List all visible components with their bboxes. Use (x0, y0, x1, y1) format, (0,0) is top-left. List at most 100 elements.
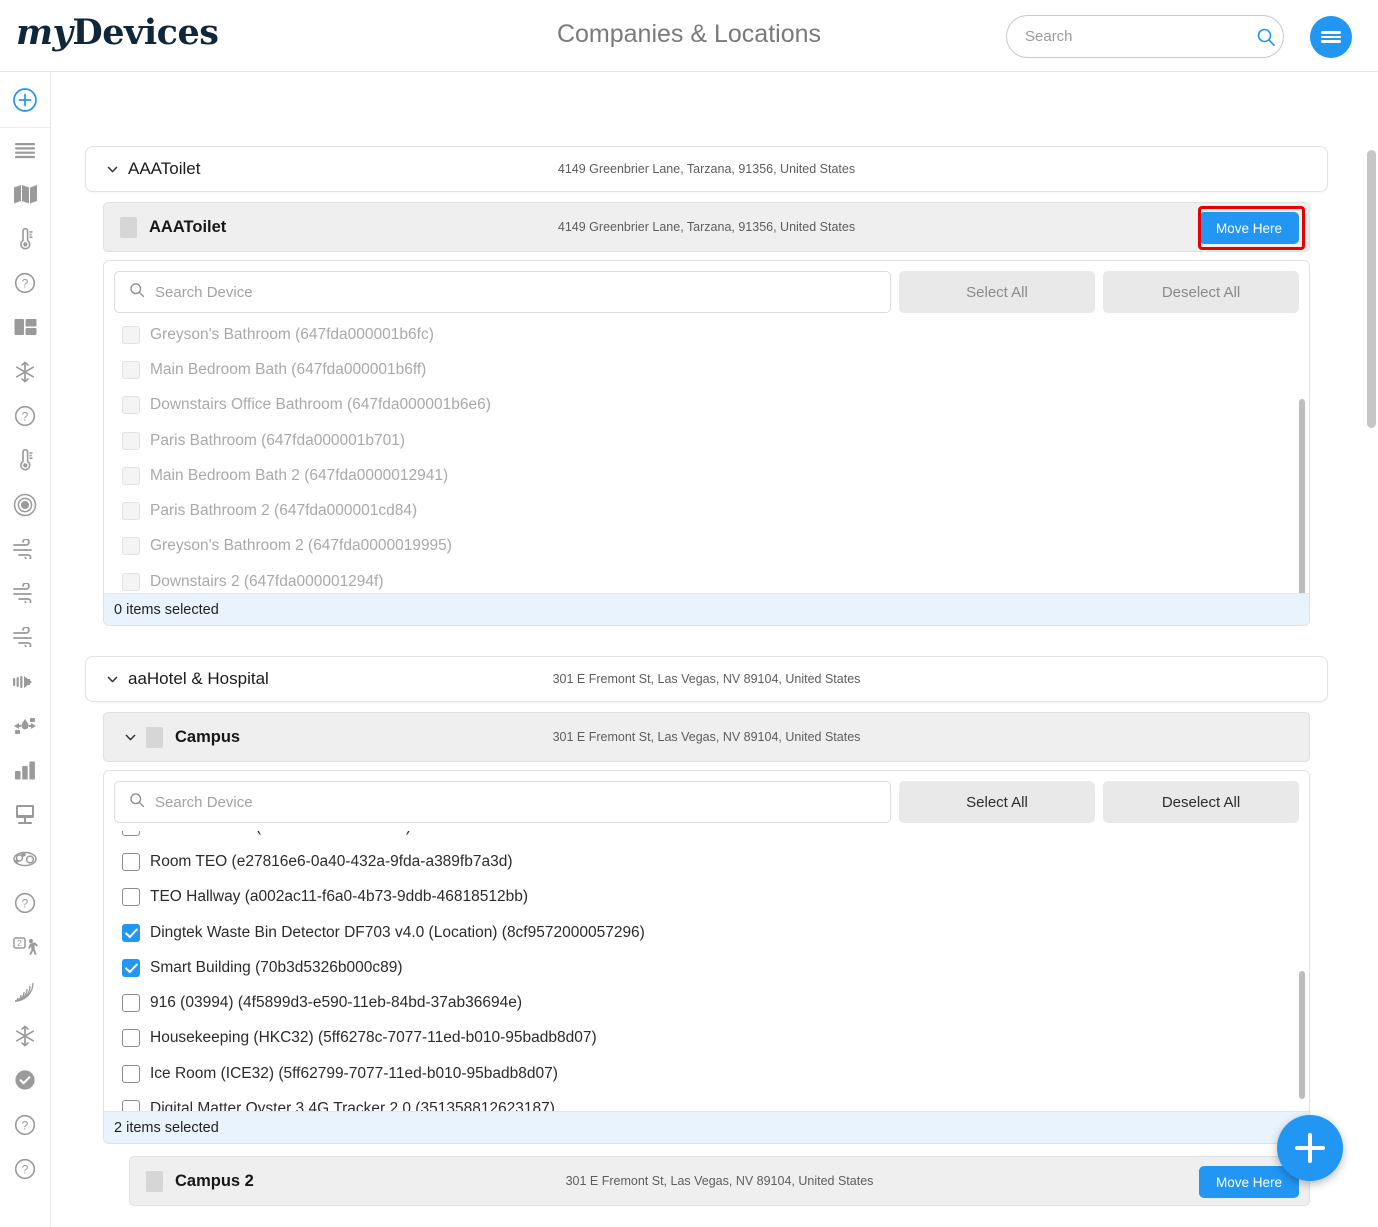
location-row[interactable]: Campus 301 E Fremont St, Las Vegas, NV 8… (103, 712, 1310, 762)
select-all-button[interactable]: Select All (899, 271, 1095, 313)
sidebar-item-occupancy[interactable] (0, 837, 50, 881)
sidebar-item-dashboard[interactable] (0, 305, 50, 349)
sidebar-add-button[interactable] (0, 72, 50, 128)
list-item[interactable]: Greyson's Bathroom 2 (647fda0000019995) (104, 529, 1309, 564)
location-name: Campus 2 (175, 1172, 254, 1191)
move-here-button[interactable]: Move Here (1199, 212, 1299, 244)
sidebar-item-leak[interactable] (0, 704, 50, 748)
deselect-all-button[interactable]: Deselect All (1103, 781, 1299, 823)
sidebar-item-airflow-2[interactable] (0, 571, 50, 615)
deselect-all-button[interactable]: Deselect All (1103, 271, 1299, 313)
list-item[interactable]: Dingtek Waste Bin Detector DF703 v4.0 (L… (104, 915, 1309, 950)
device-checkbox[interactable] (122, 326, 140, 344)
sidebar-item-help-2[interactable]: ? (0, 394, 50, 438)
list-item[interactable]: Room TEO (e27816e6-0a40-432a-9fda-a389fb… (104, 844, 1309, 879)
chevron-down-icon[interactable] (120, 727, 140, 747)
thermometer-icon (14, 448, 36, 472)
device-list[interactable]: Greyson's Bathroom (647fda000001b6fc) Ma… (104, 321, 1309, 593)
select-all-button[interactable]: Select All (899, 781, 1095, 823)
list-item[interactable]: Main Bedroom Bath (647fda000001b6ff) (104, 352, 1309, 387)
sidebar-item-help-1[interactable]: ? (0, 261, 50, 305)
device-checkbox[interactable] (122, 396, 140, 414)
location-row[interactable]: AAAToilet 4149 Greenbrier Lane, Tarzana,… (103, 202, 1310, 252)
device-list-scrollbar[interactable] (1299, 971, 1305, 1099)
list-item[interactable]: TEO SENSOR (ohh-2222-3333-4444) (104, 831, 1309, 844)
svg-text:?: ? (22, 1118, 29, 1132)
sidebar-item-temperature[interactable] (0, 217, 50, 261)
device-checkbox[interactable] (122, 361, 140, 379)
list-item[interactable]: Digital Matter Oyster 3 4G Tracker 2.0 (… (104, 1091, 1309, 1111)
list-item[interactable]: 916 (03994) (4f5899d3-e590-11eb-84bd-37a… (104, 985, 1309, 1020)
sidebar-item-analytics[interactable] (0, 748, 50, 792)
company-address: 4149 Greenbrier Lane, Tarzana, 91356, Un… (558, 162, 855, 176)
sidebar-item-list[interactable] (0, 128, 50, 172)
list-item[interactable]: Main Bedroom Bath 2 (647fda0000012941) (104, 458, 1309, 493)
device-search-input[interactable] (145, 794, 890, 811)
company-header[interactable]: aaHotel & Hospital 301 E Fremont St, Las… (86, 657, 1327, 701)
device-checkbox[interactable] (122, 1065, 140, 1083)
sidebar-item-temperature-2[interactable] (0, 438, 50, 482)
global-search-box[interactable] (1006, 15, 1284, 58)
list-item[interactable]: Housekeeping (HKC32) (5ff6278c-7077-11ed… (104, 1021, 1309, 1056)
device-checkbox[interactable] (122, 959, 140, 977)
sidebar-item-airflow-1[interactable] (0, 527, 50, 571)
svg-text:?: ? (22, 1163, 29, 1177)
sidebar-item-help-3[interactable]: ? (0, 881, 50, 925)
chevron-down-icon[interactable] (102, 669, 122, 689)
search-icon[interactable] (1249, 16, 1283, 57)
search-input[interactable] (1007, 16, 1249, 57)
device-list-scrollbar[interactable] (1299, 399, 1305, 593)
list-item[interactable]: Ice Room (ICE32) (5ff62799-7077-11ed-b01… (104, 1056, 1309, 1091)
device-checkbox[interactable] (122, 853, 140, 871)
device-checkbox[interactable] (122, 831, 140, 836)
device-checkbox[interactable] (122, 432, 140, 450)
sidebar-item-radar[interactable] (0, 970, 50, 1014)
page-scrollbar-thumb[interactable] (1367, 150, 1376, 428)
move-here-button[interactable]: Move Here (1199, 1166, 1299, 1198)
device-checkbox[interactable] (122, 888, 140, 906)
location-row[interactable]: Campus 2 301 E Fremont St, Las Vegas, NV… (129, 1156, 1310, 1206)
device-checkbox[interactable] (122, 1100, 140, 1111)
sidebar-item-foot-traffic[interactable]: 2 (0, 925, 50, 969)
device-checkbox[interactable] (122, 467, 140, 485)
device-search-input[interactable] (145, 284, 890, 301)
list-item[interactable]: Downstairs Office Bathroom (647fda000001… (104, 388, 1309, 423)
sidebar-item-cooling-1[interactable] (0, 349, 50, 393)
device-search-box[interactable] (114, 781, 891, 823)
sidebar-item-map[interactable] (0, 172, 50, 216)
chevron-down-icon[interactable] (102, 159, 122, 179)
company-header[interactable]: AAAToilet 4149 Greenbrier Lane, Tarzana,… (86, 147, 1327, 191)
device-label: Main Bedroom Bath (647fda000001b6ff) (150, 361, 426, 379)
sidebar-item-status[interactable] (0, 1058, 50, 1102)
wind-icon (12, 583, 38, 603)
device-checkbox[interactable] (122, 1029, 140, 1047)
device-search-box[interactable] (114, 271, 891, 313)
device-checkbox[interactable] (122, 994, 140, 1012)
sidebar-item-help-5[interactable]: ? (0, 1147, 50, 1191)
list-item[interactable]: Paris Bathroom (647fda000001b701) (104, 423, 1309, 458)
list-item[interactable]: Paris Bathroom 2 (647fda000001cd84) (104, 493, 1309, 528)
device-checkbox[interactable] (122, 573, 140, 591)
list-item[interactable]: Greyson's Bathroom (647fda000001b6fc) (104, 321, 1309, 352)
device-checkbox[interactable] (122, 537, 140, 555)
app-logo[interactable]: myDevices (16, 12, 218, 53)
device-checkbox[interactable] (122, 924, 140, 942)
sidebar-item-help-4[interactable]: ? (0, 1103, 50, 1147)
device-list[interactable]: TEO SENSOR (ohh-2222-3333-4444) Room TEO… (104, 831, 1309, 1111)
sidebar-item-airflow-3[interactable] (0, 615, 50, 659)
list-item[interactable]: TEO Hallway (a002ac11-f6a0-4b73-9ddb-468… (104, 880, 1309, 915)
device-checkbox[interactable] (122, 502, 140, 520)
add-fab-button[interactable] (1277, 1115, 1343, 1181)
list-item[interactable]: Downstairs 2 (647fda000001294f) (104, 564, 1309, 593)
sidebar-item-flow[interactable] (0, 660, 50, 704)
page-scrollbar[interactable] (1367, 150, 1376, 1227)
wind-icon (12, 627, 38, 647)
sidebar-item-cooling-2[interactable] (0, 1014, 50, 1058)
people-counter-icon (12, 848, 38, 870)
sidebar-item-motion[interactable] (0, 482, 50, 526)
list-lines-icon (13, 140, 37, 160)
list-item[interactable]: Smart Building (70b3d5326b000c89) (104, 950, 1309, 985)
sidebar-item-monitor[interactable] (0, 792, 50, 836)
device-label: Paris Bathroom 2 (647fda000001cd84) (150, 502, 417, 520)
hamburger-menu-icon[interactable] (1310, 16, 1352, 58)
